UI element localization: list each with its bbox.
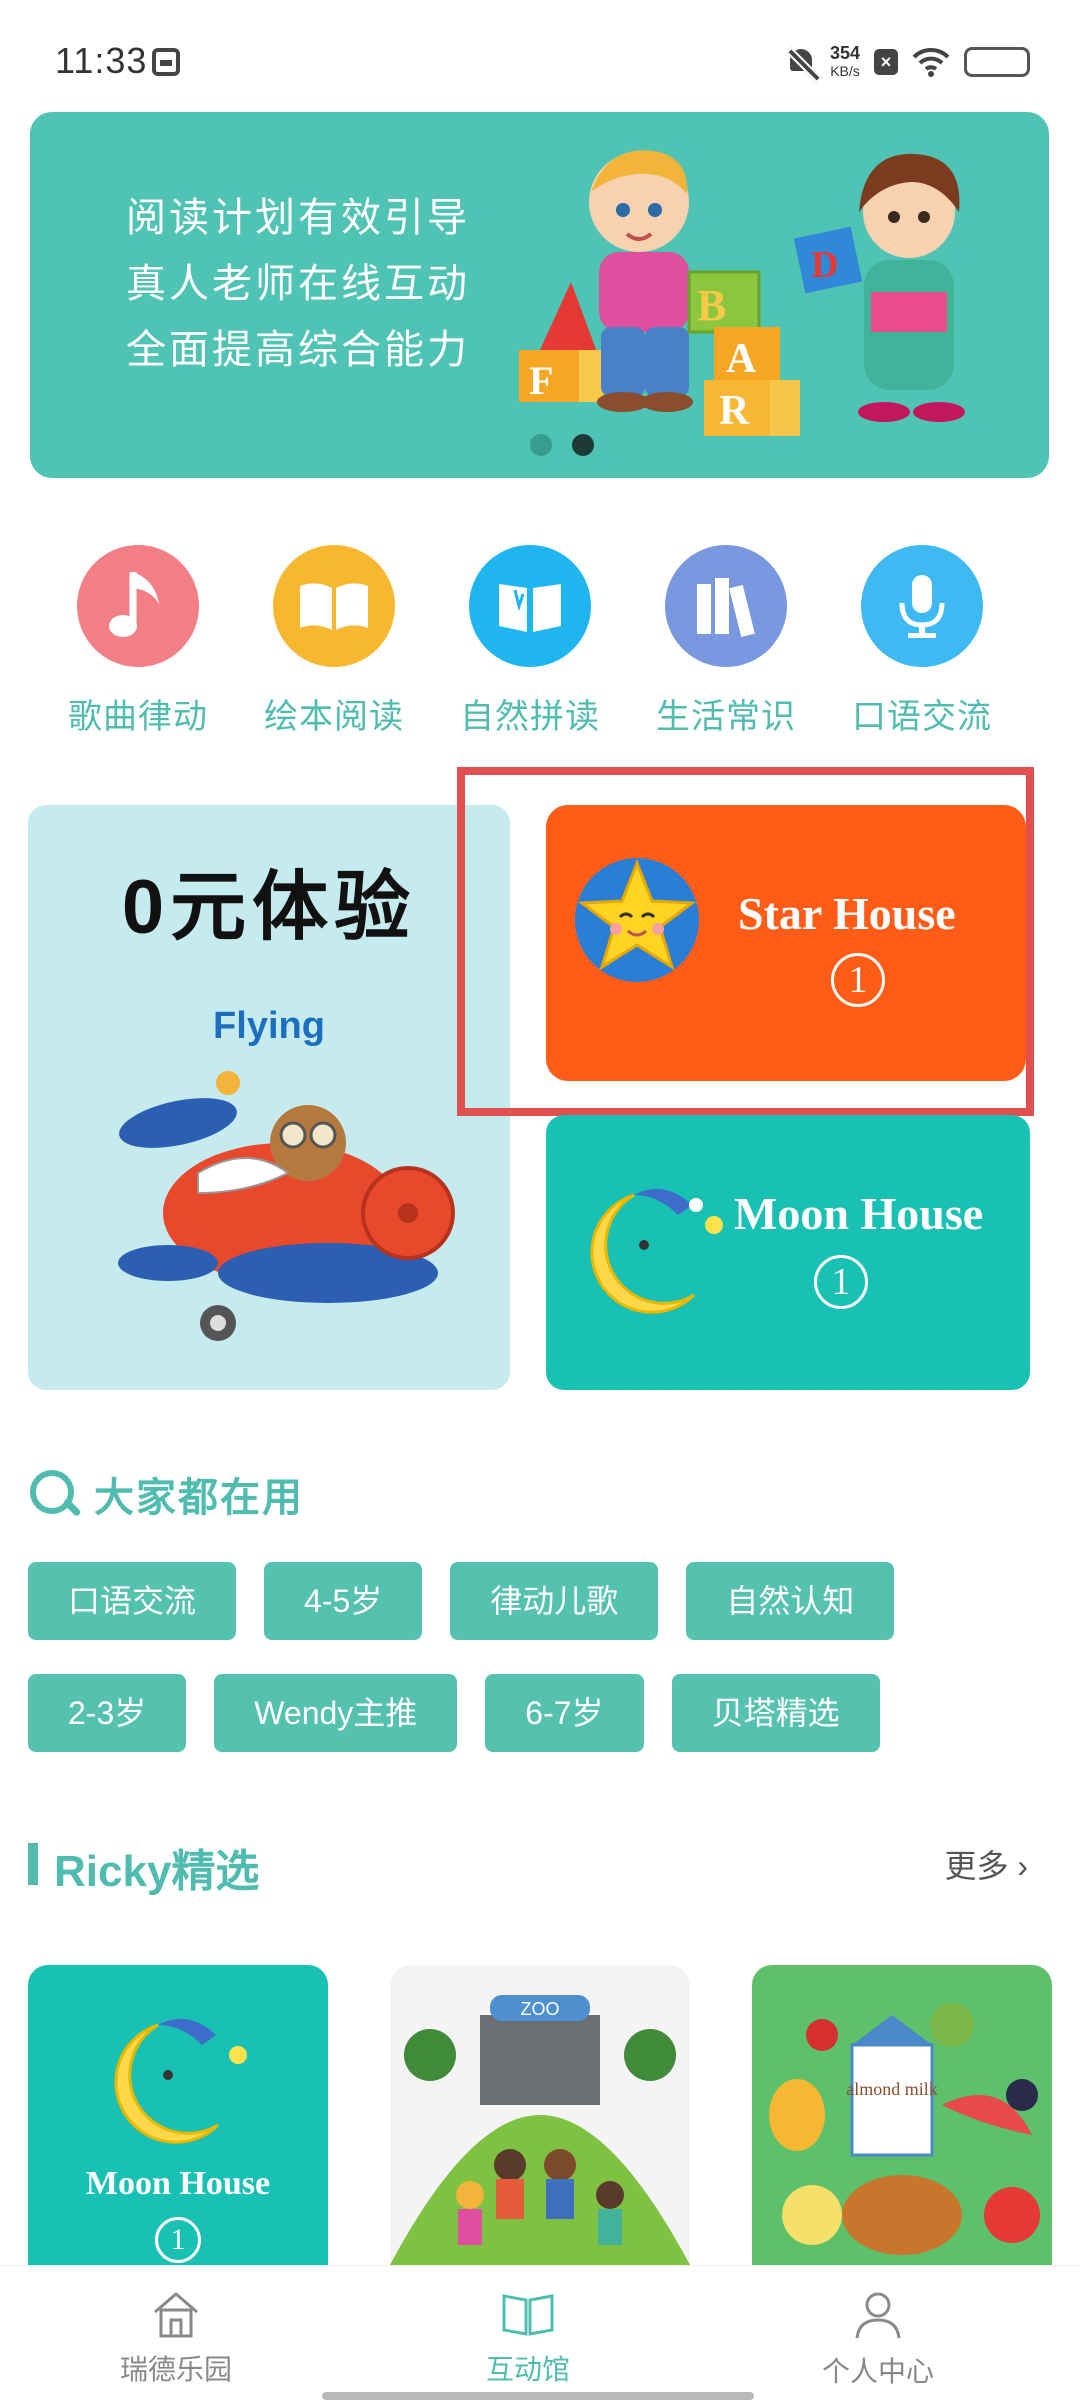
more-label: 更多 <box>944 1848 1009 1884</box>
tag-chip[interactable]: 6-7岁 <box>485 1674 644 1752</box>
ricky-section-header: Ricky精选 更多 › <box>28 1833 1028 1896</box>
search-icon <box>28 1468 80 1520</box>
moon-house-number: 1 <box>814 1255 868 1309</box>
category-label: 歌曲律动 <box>68 698 208 736</box>
kids-blocks-illustration: F B A R D <box>519 150 965 436</box>
svg-text:R: R <box>719 388 750 434</box>
food-illustration: almond milk <box>769 2003 1040 2255</box>
moon-icon <box>590 1188 723 1314</box>
home-icon <box>154 2292 198 2338</box>
category-row: 歌曲律动 绘本阅读 自然拼读 生活常识 口语交流 <box>40 545 1060 745</box>
category-label: 生活常识 <box>656 698 796 736</box>
star-icon <box>575 858 699 982</box>
tag-chip[interactable]: 2-3岁 <box>28 1674 187 1752</box>
popular-section-title: 大家都在用 <box>94 1476 304 1520</box>
tag-chip[interactable]: 口语交流 <box>28 1562 237 1640</box>
tag-chip[interactable]: 自然认知 <box>686 1562 895 1640</box>
category-label: 自然拼读 <box>460 698 600 736</box>
network-speed: 354 KB/s <box>830 44 860 80</box>
nav-profile[interactable]: 个人中心 <box>778 2290 978 2390</box>
thumb-healthy-food[interactable]: almond milk <box>752 1965 1052 2265</box>
popular-section-header: 大家都在用 <box>28 1465 304 1523</box>
thumb-moon-number: 1 <box>155 2217 201 2263</box>
music-note-icon <box>77 545 199 667</box>
nav-label: 个人中心 <box>821 2356 934 2387</box>
star-house-title: Star House <box>738 888 956 939</box>
banner-line-3: 全面提高综合能力 <box>126 328 470 372</box>
free-trial-title: 0元体验 <box>121 865 417 950</box>
star-house-number: 1 <box>831 953 885 1007</box>
tag-row: 口语交流 4-5岁 律动儿歌 自然认知 <box>28 1562 1048 1640</box>
tag-row: 2-3岁 Wendy主推 6-7岁 贝塔精选 <box>28 1674 1048 1752</box>
svg-text:F: F <box>529 358 553 403</box>
status-icons: 354 KB/s × <box>786 40 1030 84</box>
category-picture-books[interactable]: 绘本阅读 <box>236 545 432 745</box>
moon-house-title: Moon House <box>734 1188 984 1239</box>
popular-tags: 口语交流 4-5岁 律动儿歌 自然认知 2-3岁 Wendy主推 6-7岁 贝塔… <box>28 1562 1048 1786</box>
wifi-icon <box>912 47 950 77</box>
sim-card-icon <box>152 48 180 76</box>
speed-value: 354 <box>829 43 860 63</box>
bottom-navigation: 瑞德乐园 互动馆 个人中心 <box>0 2265 1080 2408</box>
free-trial-book-title: Flying <box>213 1005 325 1047</box>
zoo-sign: ZOO <box>521 1999 560 2019</box>
open-book-icon <box>273 545 395 667</box>
banner-line-2: 真人老师在线互动 <box>126 262 470 306</box>
banner-dot-1[interactable] <box>530 434 552 456</box>
tag-chip[interactable]: 4-5岁 <box>264 1562 423 1640</box>
nav-label: 瑞德乐园 <box>119 2354 232 2385</box>
section-accent-bar <box>28 1843 38 1885</box>
moon-icon <box>114 2018 247 2144</box>
banner-text: 阅读计划有效引导 真人老师在线互动 全面提高综合能力 <box>126 194 470 374</box>
thumb-moon-house[interactable]: Moon House 1 <box>28 1965 328 2265</box>
close-box-icon: × <box>874 49 898 75</box>
books-icon <box>665 545 787 667</box>
svg-text:D: D <box>811 244 838 286</box>
thumb-zoo[interactable]: ZOO <box>390 1965 690 2265</box>
speed-unit: KB/s <box>830 63 860 79</box>
ricky-section-title: Ricky精选 <box>54 1847 260 1896</box>
star-house-card[interactable]: Star House 1 <box>546 805 1026 1081</box>
category-life-knowledge[interactable]: 生活常识 <box>628 545 824 745</box>
nav-interactive-hall[interactable]: 互动馆 <box>428 2290 628 2388</box>
battery-icon <box>964 47 1030 77</box>
home-indicator[interactable] <box>322 2392 754 2400</box>
free-trial-card[interactable]: 0元体验 Flying <box>28 805 510 1390</box>
tag-chip[interactable]: 贝塔精选 <box>671 1674 880 1752</box>
category-label: 绘本阅读 <box>264 698 404 736</box>
more-link[interactable]: 更多 › <box>944 1841 1028 1887</box>
zoo-illustration: ZOO <box>390 1995 690 2265</box>
phonics-book-icon <box>469 545 591 667</box>
thumb-moon-title: Moon House <box>85 2165 271 2202</box>
microphone-icon <box>861 545 983 667</box>
banner-line-1: 阅读计划有效引导 <box>126 196 470 240</box>
moon-house-card[interactable]: Moon House 1 <box>546 1115 1030 1390</box>
book-icon <box>502 2294 554 2336</box>
banner-dot-2[interactable] <box>572 434 594 456</box>
promo-banner[interactable]: 阅读计划有效引导 真人老师在线互动 全面提高综合能力 F B A R D <box>30 112 1049 478</box>
ricky-thumbnails: Moon House 1 ZOO almond milk <box>28 1965 1058 2265</box>
nav-label: 互动馆 <box>485 2354 570 2385</box>
category-songs[interactable]: 歌曲律动 <box>40 545 236 745</box>
category-phonics[interactable]: 自然拼读 <box>432 545 628 745</box>
svg-text:A: A <box>726 336 757 382</box>
status-time: 11:33 <box>55 40 148 81</box>
nav-home[interactable]: 瑞德乐园 <box>76 2290 276 2388</box>
category-label: 口语交流 <box>852 698 992 736</box>
svg-text:B: B <box>697 281 726 330</box>
status-bar: 11:33 354 KB/s × <box>0 0 1080 120</box>
milk-label: almond milk <box>846 2079 938 2099</box>
category-speaking[interactable]: 口语交流 <box>824 545 1020 745</box>
tag-chip[interactable]: 律动儿歌 <box>450 1562 659 1640</box>
person-icon <box>855 2292 901 2339</box>
chevron-right-icon: › <box>1017 1848 1028 1884</box>
bell-off-icon <box>786 45 816 79</box>
tag-chip[interactable]: Wendy主推 <box>214 1674 458 1752</box>
bear-airplane-illustration <box>118 1071 455 1341</box>
banner-pager[interactable] <box>530 434 594 456</box>
